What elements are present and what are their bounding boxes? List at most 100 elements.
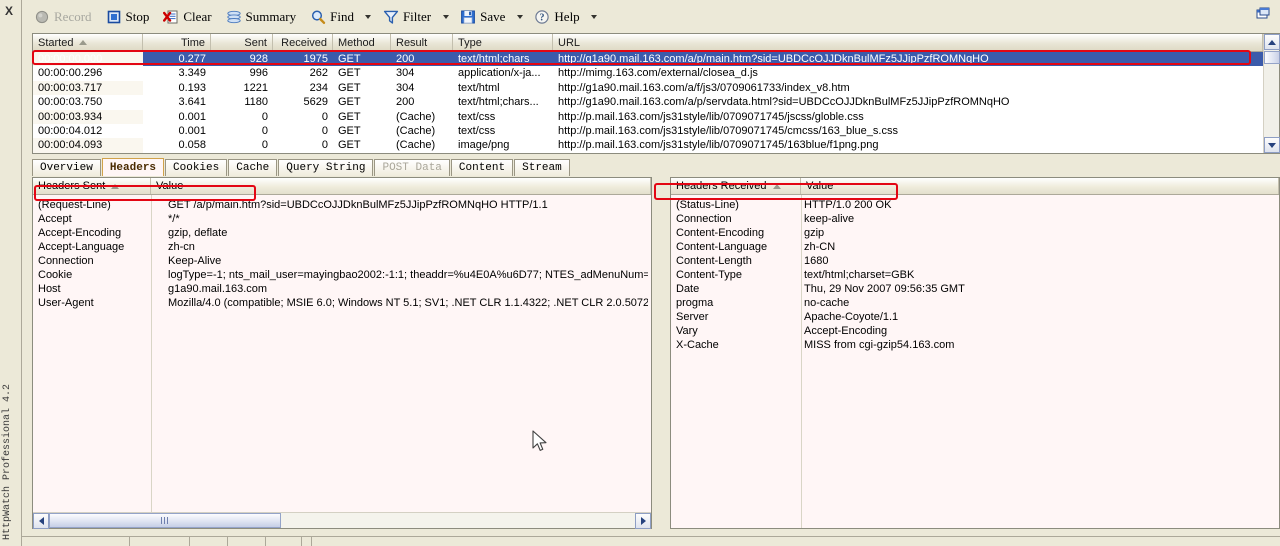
status-segment [266,537,302,546]
headers-sent-value-column[interactable]: Value [151,178,651,194]
header-row[interactable]: Connectionkeep-alive [671,212,1279,226]
find-button[interactable]: Find [304,5,360,29]
cell-received: 1975 [273,52,333,66]
chevron-down-icon[interactable] [588,6,601,28]
header-row[interactable]: Content-Typetext/html;charset=GBK [671,268,1279,282]
scroll-down-icon[interactable] [1264,137,1280,153]
chevron-down-icon[interactable] [513,6,526,28]
headers-received-column[interactable]: Headers Received [671,178,801,194]
grid-vertical-scrollbar[interactable] [1263,34,1279,153]
header-row[interactable]: DateThu, 29 Nov 2007 09:56:35 GMT [671,282,1279,296]
filter-button[interactable]: Filter [377,5,437,29]
tab-overview[interactable]: Overview [32,159,101,176]
cell-received: 262 [273,66,333,80]
headers-received-value-column[interactable]: Value [801,178,1279,194]
status-segment [130,537,190,546]
chevron-down-icon[interactable] [362,6,375,28]
header-row[interactable]: (Request-Line)GET /a/p/main.htm?sid=UBDC… [33,198,651,212]
tab-cookies[interactable]: Cookies [165,159,227,176]
stop-button[interactable]: Stop [100,5,156,29]
header-row[interactable]: CookielogType=-1; nts_mail_user=mayingba… [33,268,651,282]
headers-received-list[interactable]: (Status-Line)HTTP/1.0 200 OKConnectionke… [671,195,1279,352]
headers-sent-horizontal-scrollbar[interactable] [33,512,651,528]
table-row[interactable]: 00:00:03.7503.64111805629GET200text/html… [33,95,1279,109]
table-row[interactable]: 00:00:00.0000.2779281975GET200text/html;… [33,52,1279,66]
tab-label: Overview [40,162,93,174]
header-value: keep-alive [804,212,1274,226]
header-value: no-cache [804,296,1274,310]
header-row[interactable]: X-CacheMISS from cgi-gzip54.163.com [671,338,1279,352]
tab-stream[interactable]: Stream [514,159,570,176]
toolbar-button-label: Filter [403,10,431,23]
window-dock-icon[interactable] [1252,4,1274,24]
header-row[interactable]: VaryAccept-Encoding [671,324,1279,338]
scroll-up-icon[interactable] [1264,34,1280,50]
headers-sent-list[interactable]: (Request-Line)GET /a/p/main.htm?sid=UBDC… [33,195,651,310]
cell-url: http://g1a90.mail.163.com/a/p/main.htm?s… [553,52,1263,66]
hscroll-thumb[interactable] [49,513,281,528]
request-grid[interactable]: Started TimeSentReceivedMethodResultTypeU… [32,33,1280,154]
scroll-left-icon[interactable] [33,513,49,529]
cell-sent: 1221 [211,81,273,95]
cell-sent: 0 [211,110,273,124]
table-row[interactable]: 00:00:03.9340.00100GET(Cache)text/csshtt… [33,110,1279,124]
header-row[interactable]: ServerApache-Coyote/1.1 [671,310,1279,324]
grid-column-label: Started [38,37,73,49]
cell-time: 0.058 [143,138,211,152]
cell-started: 00:00:04.012 [33,124,143,138]
header-row[interactable]: Accept*/* [33,212,651,226]
header-row[interactable]: ConnectionKeep-Alive [33,254,651,268]
grid-column-time[interactable]: Time [143,34,211,51]
cell-type: application/x-ja... [453,66,553,80]
header-value: Keep-Alive [168,254,648,268]
grid-column-started[interactable]: Started [33,34,143,51]
header-row[interactable]: Accept-Languagezh-cn [33,240,651,254]
cell-method: GET [333,66,391,80]
tab-headers[interactable]: Headers [102,158,164,176]
headers-sent-column[interactable]: Headers Sent [33,178,151,194]
header-row[interactable]: Content-Languagezh-CN [671,240,1279,254]
detail-tabs[interactable]: Overview HeadersCookiesCache Query String P… [32,158,1280,176]
grid-column-method[interactable]: Method [333,34,391,51]
grid-body[interactable]: 00:00:00.0000.2779281975GET200text/html;… [33,52,1279,153]
header-value: zh-CN [804,240,1274,254]
status-segment [190,537,228,546]
header-row[interactable]: progmano-cache [671,296,1279,310]
grid-scroll-thumb[interactable] [1264,51,1280,64]
save-button[interactable]: Save [454,5,511,29]
grid-column-type[interactable]: Type [453,34,553,51]
tab-content[interactable]: Content [451,159,513,176]
tab-cache[interactable]: Cache [228,159,277,176]
header-row[interactable]: Accept-Encodinggzip, deflate [33,226,651,240]
grid-column-result[interactable]: Result [391,34,453,51]
grid-column-url[interactable]: URL [553,34,1263,51]
headers-sent-panel[interactable]: Headers Sent Value (Request-Line)GET /a/… [32,177,652,529]
cell-result: (Cache) [391,110,453,124]
table-row[interactable]: 00:00:03.7170.1931221234GET304text/htmlh… [33,81,1279,95]
header-row[interactable]: (Status-Line)HTTP/1.0 200 OK [671,198,1279,212]
close-icon[interactable]: X [5,5,13,17]
tab-query-string[interactable]: Query String [278,159,373,176]
table-row[interactable]: 00:00:00.2963.349996262GET304application… [33,66,1279,80]
header-row[interactable]: Content-Length1680 [671,254,1279,268]
tab-label: Query String [286,162,365,174]
help-button[interactable]: ?Help [528,5,585,29]
clear-button[interactable]: Clear [157,5,217,29]
summary-button[interactable]: Summary [220,5,303,29]
headers-received-panel[interactable]: Headers Received Value (Status-Line)HTTP… [670,177,1280,529]
cell-type: image/png [453,138,553,152]
cell-started: 00:00:03.750 [33,95,143,109]
table-row[interactable]: 00:00:04.0930.05800GET(Cache)image/pnght… [33,138,1279,152]
cell-url: http://p.mail.163.com/js31style/lib/0709… [553,124,1263,138]
chevron-down-icon[interactable] [439,6,452,28]
header-row[interactable]: Content-Encodinggzip [671,226,1279,240]
header-row[interactable]: Hostg1a90.mail.163.com [33,282,651,296]
table-row[interactable]: 00:00:04.0120.00100GET(Cache)text/csshtt… [33,124,1279,138]
header-row[interactable]: User-AgentMozilla/4.0 (compatible; MSIE … [33,296,651,310]
hscroll-track[interactable] [49,513,635,529]
grid-column-sent[interactable]: Sent [211,34,273,51]
tab-post-data: POST Data [374,159,449,176]
scroll-right-icon[interactable] [635,513,651,529]
toolbar-button-label: Find [330,10,354,23]
grid-column-received[interactable]: Received [273,34,333,51]
